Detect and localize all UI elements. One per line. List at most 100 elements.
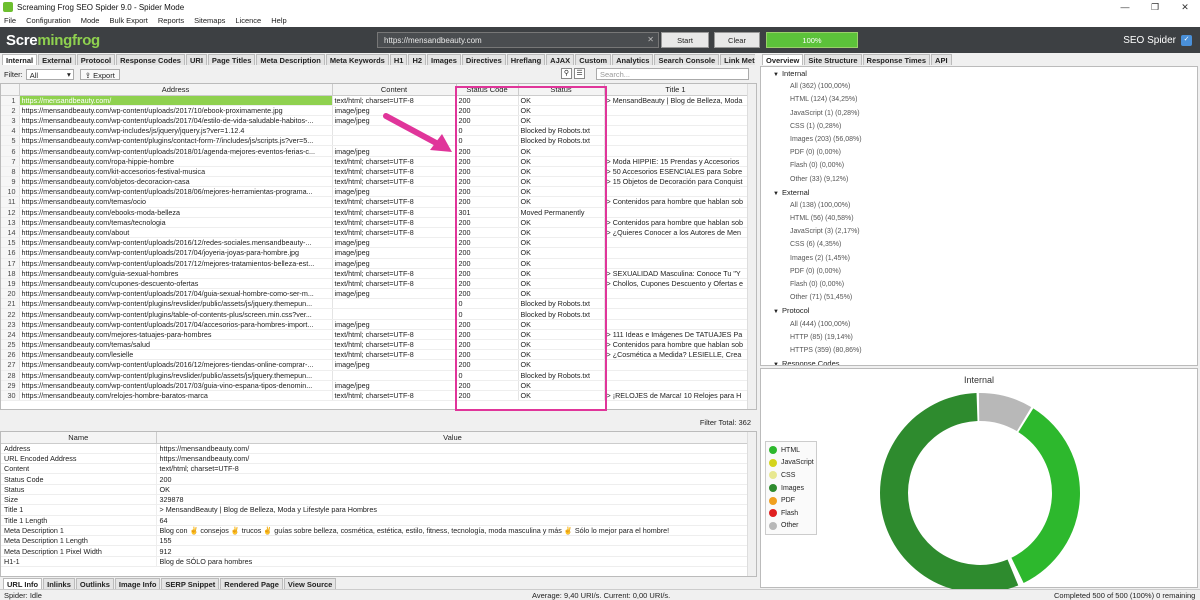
tree-item[interactable]: PDF (0) (0,00%) — [761, 265, 1197, 278]
tree-item[interactable]: CSS (1) (0,28%) — [761, 120, 1197, 133]
menu-configuration[interactable]: Configuration — [26, 16, 71, 25]
tree-item[interactable]: All (138) (100,00%) — [761, 199, 1197, 212]
details-row[interactable]: Title 1 > MensandBeauty | Blog de Belleza… — [1, 504, 750, 516]
tab-site-structure[interactable]: Site Structure — [804, 54, 862, 65]
tree-item[interactable]: Images (203) (56,08%) — [761, 133, 1197, 146]
tab-inlinks[interactable]: Inlinks — [43, 578, 75, 589]
menu-reports[interactable]: Reports — [158, 16, 184, 25]
table-row[interactable]: 14 https://mensandbeauty.com/about text/ht… — [1, 227, 748, 239]
table-row[interactable]: 30 https://mensandbeauty.com/relojes-homb… — [1, 390, 748, 402]
clear-url-icon[interactable]: ✕ — [647, 35, 654, 44]
tab-h2[interactable]: H2 — [408, 54, 427, 65]
details-header-name[interactable]: Name — [1, 432, 157, 444]
tree-item[interactable]: JavaScript (1) (0,28%) — [761, 107, 1197, 120]
details-row[interactable]: Content text/html; charset=UTF-8 — [1, 463, 750, 475]
details-row[interactable]: H1-1 Blog de SÓLO para hombres — [1, 556, 750, 568]
table-row[interactable]: 16 https://mensandbeauty.com/wp-content/u… — [1, 247, 748, 259]
details-row[interactable]: Status OK — [1, 484, 750, 495]
table-row[interactable]: 26 https://mensandbeauty.com/lesielle text… — [1, 349, 748, 361]
tab-internal[interactable]: Internal — [2, 54, 38, 65]
tab-analytics[interactable]: Analytics — [612, 54, 654, 65]
tree-group-response-codes[interactable]: ▼ Response Codes — [761, 357, 1197, 365]
tab-h1[interactable]: H1 — [389, 54, 408, 65]
tree-view-icon[interactable]: ⚲ — [561, 68, 572, 79]
table-row[interactable]: 21 https://mensandbeauty.com/wp-content/p… — [1, 298, 748, 310]
tab-rendered-page[interactable]: Rendered Page — [220, 578, 283, 589]
tab-overview[interactable]: Overview — [762, 54, 804, 65]
column-header-address[interactable]: Address — [19, 84, 333, 96]
tree-group-protocol[interactable]: ▼ Protocol — [761, 304, 1197, 317]
details-scrollbar[interactable] — [747, 432, 756, 576]
tab-external[interactable]: External — [38, 54, 76, 65]
table-row[interactable]: 12 https://mensandbeauty.com/ebooks-moda-… — [1, 207, 748, 218]
menu-sitemaps[interactable]: Sitemaps — [194, 16, 225, 25]
search-input[interactable]: Search... — [596, 68, 749, 80]
details-row[interactable]: Meta Description 1 Pixel Width 912 — [1, 545, 750, 557]
table-row[interactable]: 1 https://mensandbeauty.com/text/html; ch… — [1, 95, 748, 106]
tab-link-metr[interactable]: Link Metr — [720, 54, 755, 65]
table-row[interactable]: 11 https://mensandbeauty.com/temas/ocio te… — [1, 196, 748, 208]
tree-item[interactable]: Flash (0) (0,00%) — [761, 159, 1197, 172]
table-row[interactable]: 27 https://mensandbeauty.com/wp-content/u… — [1, 359, 748, 371]
tree-item[interactable]: Images (2) (1,45%) — [761, 252, 1197, 265]
tab-response-times[interactable]: Response Times — [862, 54, 931, 65]
tree-item[interactable]: All (444) (100,00%) — [761, 318, 1197, 331]
caret-down-icon[interactable]: ▼ — [773, 191, 779, 197]
table-row[interactable]: 3 https://mensandbeauty.com/wp-content/up… — [1, 115, 748, 127]
column-header-title-1[interactable]: Title 1 — [604, 84, 748, 96]
tab-ajax[interactable]: AJAX — [546, 54, 575, 65]
tree-item[interactable]: JavaScript (3) (2,17%) — [761, 225, 1197, 238]
tree-item[interactable]: All (362) (100,00%) — [761, 80, 1197, 93]
close-icon[interactable]: ✕ — [1170, 2, 1200, 13]
url-input[interactable]: https://mensandbeauty.com ✕ — [377, 32, 659, 48]
tab-meta-description[interactable]: Meta Description — [256, 54, 325, 65]
details-row[interactable]: Address https://mensandbeauty.com/ — [1, 443, 750, 454]
tab-url-info[interactable]: URL Info — [3, 578, 43, 589]
tab-image-info[interactable]: Image Info — [114, 578, 161, 589]
tab-custom[interactable]: Custom — [575, 54, 612, 65]
tab-response-codes[interactable]: Response Codes — [116, 54, 185, 65]
tree-item[interactable]: PDF (0) (0,00%) — [761, 146, 1197, 159]
details-row[interactable]: Meta Description 1 Blog con ✌ consejos ✌ … — [1, 525, 750, 537]
start-button[interactable]: Start — [661, 32, 709, 48]
maximize-icon[interactable]: ❐ — [1140, 2, 1170, 13]
table-row[interactable]: 17 https://mensandbeauty.com/wp-content/u… — [1, 258, 748, 269]
table-row[interactable]: 22 https://mensandbeauty.com/wp-content/p… — [1, 308, 748, 320]
tab-uri[interactable]: URI — [185, 54, 207, 65]
tree-item[interactable]: Other (33) (9,12%) — [761, 173, 1197, 186]
table-row[interactable]: 6 https://mensandbeauty.com/wp-content/up… — [1, 145, 748, 157]
table-row[interactable]: 9 https://mensandbeauty.com/objetos-decor… — [1, 176, 748, 188]
tab-page-titles[interactable]: Page Titles — [207, 54, 256, 65]
details-row[interactable]: Title 1 Length 64 — [1, 515, 750, 526]
details-header-value[interactable]: Value — [156, 432, 750, 444]
table-row[interactable]: 2 https://mensandbeauty.com/wp-content/up… — [1, 105, 748, 116]
tree-group-internal[interactable]: ▼ Internal — [761, 67, 1197, 80]
details-row[interactable]: Meta Description 1 Length 155 — [1, 535, 750, 547]
menu-bulk-export[interactable]: Bulk Export — [109, 16, 147, 25]
caret-down-icon[interactable]: ▼ — [773, 72, 779, 78]
table-row[interactable]: 28 https://mensandbeauty.com/wp-content/p… — [1, 370, 748, 381]
tree-item[interactable]: HTML (124) (34,25%) — [761, 93, 1197, 106]
minimize-icon[interactable]: — — [1110, 2, 1140, 12]
table-row[interactable]: 4 https://mensandbeauty.com/wp-includes/j… — [1, 125, 748, 137]
table-row[interactable]: 20 https://mensandbeauty.com/wp-content/u… — [1, 288, 748, 300]
tree-item[interactable]: CSS (6) (4,35%) — [761, 238, 1197, 251]
tree-item[interactable]: Other (71) (51,45%) — [761, 291, 1197, 304]
menu-licence[interactable]: Licence — [235, 16, 261, 25]
column-header-index[interactable] — [1, 84, 20, 96]
menu-file[interactable]: File — [4, 16, 16, 25]
tree-item[interactable]: HTTP (85) (19,14%) — [761, 331, 1197, 344]
tab-images[interactable]: Images — [427, 54, 461, 65]
table-row[interactable]: 25 https://mensandbeauty.com/temas/salud t… — [1, 339, 748, 351]
table-row[interactable]: 23 https://mensandbeauty.com/wp-content/u… — [1, 319, 748, 330]
table-row[interactable]: 13 https://mensandbeauty.com/temas/tecnol… — [1, 217, 748, 228]
caret-down-icon[interactable]: ▼ — [773, 362, 779, 365]
tab-view-source[interactable]: View Source — [283, 578, 337, 589]
details-row[interactable]: Size 329878 — [1, 494, 750, 506]
tab-serp-snippet[interactable]: SERP Snippet — [161, 578, 220, 589]
tab-meta-keywords[interactable]: Meta Keywords — [325, 54, 389, 65]
table-row[interactable]: 7 https://mensandbeauty.com/ropa-hippie-h… — [1, 156, 748, 167]
menu-help[interactable]: Help — [271, 16, 286, 25]
clear-button[interactable]: Clear — [714, 32, 760, 48]
tree-item[interactable]: HTTPS (359) (80,86%) — [761, 344, 1197, 357]
